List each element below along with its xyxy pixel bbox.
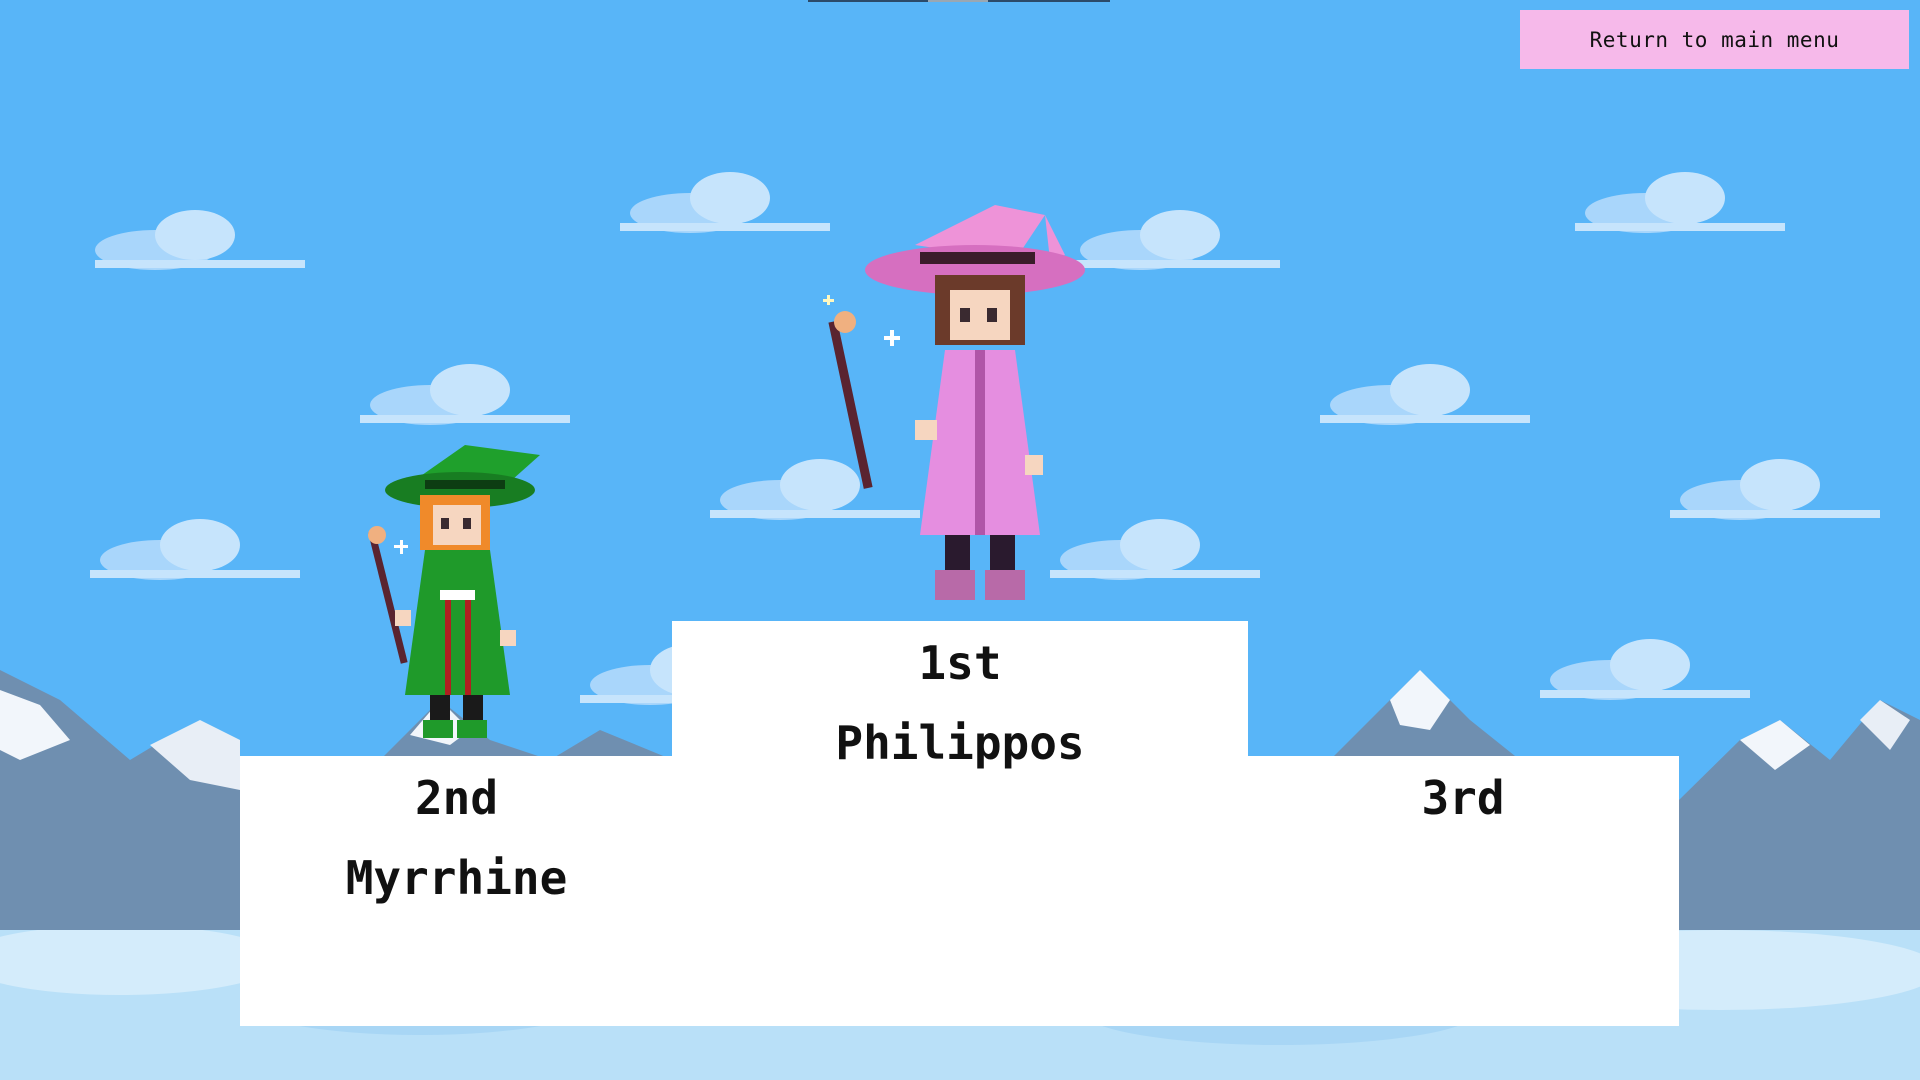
return-to-main-menu-button[interactable]: Return to main menu bbox=[1520, 10, 1909, 69]
podium-second-place: 2nd Myrrhine bbox=[240, 756, 673, 1026]
third-place-label: 3rd bbox=[1421, 771, 1505, 825]
pink-wizard-sprite bbox=[823, 205, 1085, 600]
top-progress-bar bbox=[808, 0, 1110, 2]
podium-third-place: 3rd bbox=[1247, 756, 1679, 1026]
first-place-name: Philippos bbox=[835, 716, 1085, 770]
podium-first-place: 1st Philippos bbox=[672, 621, 1248, 1026]
second-place-label: 2nd bbox=[414, 771, 499, 825]
first-place-label: 1st bbox=[918, 636, 1002, 690]
second-place-name: Myrrhine bbox=[345, 851, 568, 905]
green-wizard-sprite bbox=[368, 445, 540, 738]
